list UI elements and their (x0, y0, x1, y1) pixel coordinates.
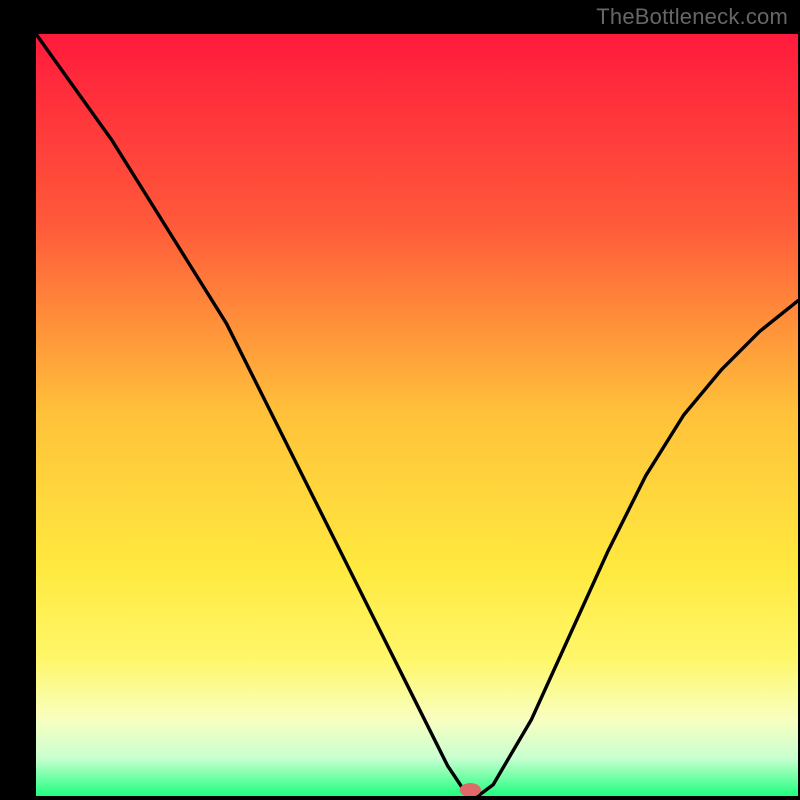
chart-svg (36, 34, 798, 796)
plot-area (36, 34, 798, 796)
watermark-text: TheBottleneck.com (596, 4, 788, 30)
chart-frame: TheBottleneck.com (0, 0, 800, 800)
